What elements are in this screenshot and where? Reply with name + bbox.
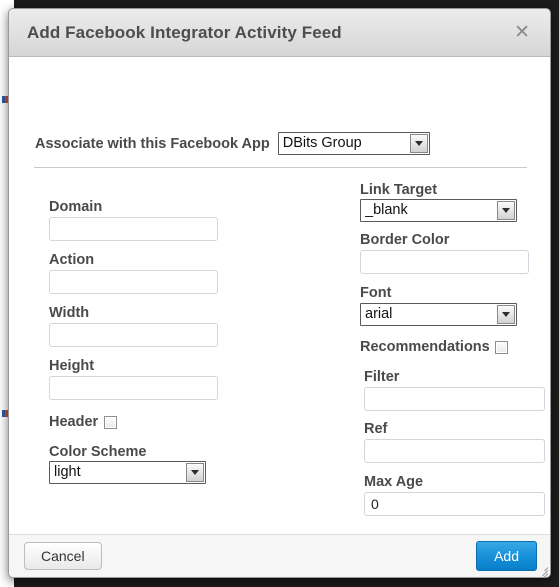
link-target-select-wrap: _blank xyxy=(360,199,517,222)
header-label: Header xyxy=(49,414,99,430)
height-label: Height xyxy=(49,358,95,374)
add-button[interactable]: Add xyxy=(476,541,537,571)
close-icon[interactable]: ✕ xyxy=(510,21,534,44)
associate-app-label: Associate with this Facebook App xyxy=(35,135,270,152)
domain-input[interactable] xyxy=(49,217,218,241)
header-field: Header xyxy=(49,414,118,430)
associate-app-select-wrap: DBits Group xyxy=(277,132,430,155)
filter-input[interactable] xyxy=(364,387,545,411)
border-color-label: Border Color xyxy=(360,232,450,248)
ref-input[interactable] xyxy=(364,439,545,463)
domain-label: Domain xyxy=(49,199,103,215)
color-scheme-select-wrap: light xyxy=(49,461,206,484)
font-select-wrap: arial xyxy=(360,303,517,326)
add-activity-feed-dialog: Add Facebook Integrator Activity Feed ✕ … xyxy=(8,8,551,578)
color-scheme-select[interactable]: light xyxy=(49,461,206,484)
action-label: Action xyxy=(49,252,95,268)
height-input[interactable] xyxy=(49,376,218,400)
recommendations-field: Recommendations xyxy=(360,339,508,355)
color-scheme-label: Color Scheme xyxy=(49,444,147,460)
cancel-button[interactable]: Cancel xyxy=(24,542,102,570)
width-input[interactable] xyxy=(49,323,218,347)
header-checkbox[interactable] xyxy=(104,415,118,429)
recommendations-checkbox[interactable] xyxy=(494,340,508,354)
ref-label: Ref xyxy=(364,421,388,437)
action-input[interactable] xyxy=(49,270,218,294)
associate-app-select[interactable]: DBits Group xyxy=(277,132,430,155)
section-divider xyxy=(34,167,527,168)
max-age-label: Max Age xyxy=(364,474,424,490)
font-select[interactable]: arial xyxy=(360,303,517,326)
border-color-input[interactable] xyxy=(360,250,529,274)
dialog-body: Associate with this Facebook App DBits G… xyxy=(9,57,550,535)
dialog-footer: Cancel Add xyxy=(9,534,550,577)
link-target-select[interactable]: _blank xyxy=(360,199,517,222)
filter-label: Filter xyxy=(364,369,400,385)
dialog-title: Add Facebook Integrator Activity Feed xyxy=(27,22,342,42)
font-label: Font xyxy=(360,285,392,301)
resize-handle-icon[interactable] xyxy=(535,562,549,577)
link-target-label: Link Target xyxy=(360,182,438,198)
width-label: Width xyxy=(49,305,90,321)
associate-app-row: Associate with this Facebook App DBits G… xyxy=(35,132,430,155)
max-age-input[interactable] xyxy=(364,492,545,516)
dialog-titlebar: Add Facebook Integrator Activity Feed ✕ xyxy=(9,9,550,57)
recommendations-label: Recommendations xyxy=(360,339,490,355)
